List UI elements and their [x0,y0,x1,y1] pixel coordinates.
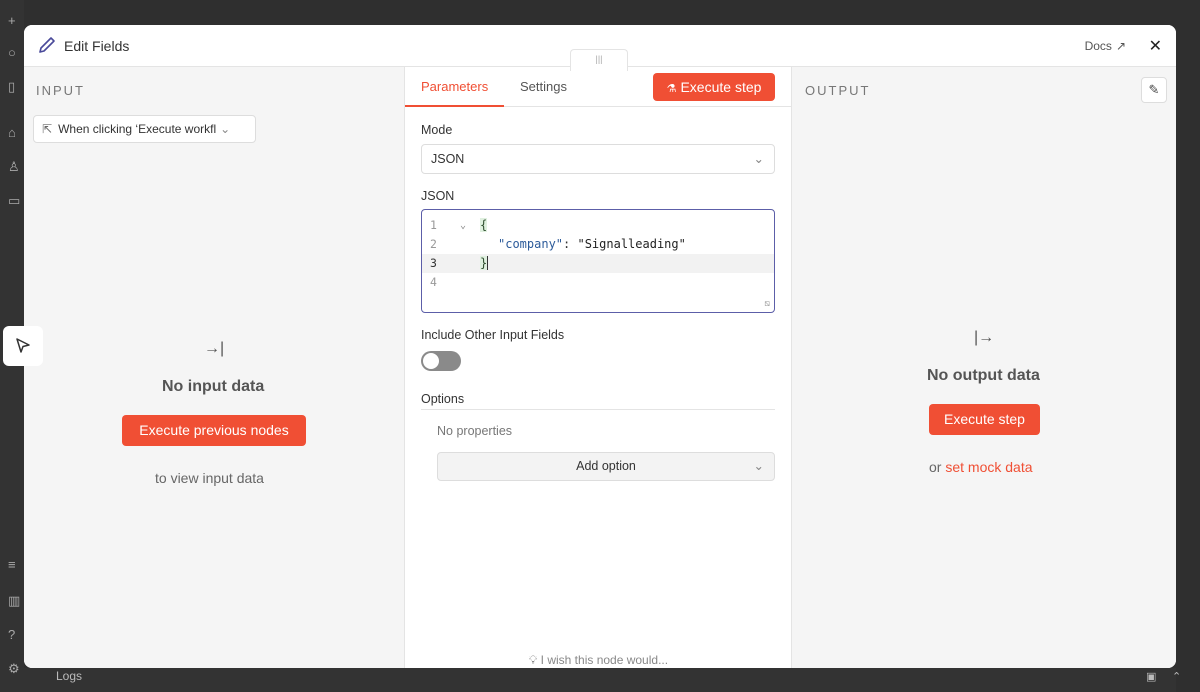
options-label: Options [421,392,465,406]
close-icon[interactable]: ✕ [1149,36,1162,56]
no-properties-text: No properties [437,424,513,438]
help-icon[interactable]: ? [8,628,15,642]
no-input-title: No input data [162,378,265,395]
add-option-button[interactable]: Add option ⌄ [437,452,775,481]
tab-settings[interactable]: Settings [520,79,567,94]
cursor-icon [16,338,30,353]
feedback-label: I wish this node would... [540,653,669,667]
home-icon[interactable]: ⌂ [8,126,16,140]
feedback-link[interactable]: 💡︎ I wish this node would... [405,653,792,668]
insights-icon[interactable]: ▥ [8,594,20,608]
mode-select[interactable]: JSON ⌄ [421,144,775,174]
mode-select-value: JSON [431,152,465,166]
no-output-title: No output data [927,367,1040,384]
select-tool-button[interactable] [3,326,43,366]
add-option-label: Add option [576,459,636,473]
modal-title: Edit Fields [64,38,130,54]
fold-chevron-icon[interactable]: ⌄ [460,216,466,235]
edit-output-button[interactable]: ✎ [1141,77,1167,103]
code-line: 2 "company": "Signalleading" [430,237,686,251]
code-line: 1 ⌄ { [422,216,774,235]
output-panel: OUTPUT ✎ |→ No output data Execute step … [792,67,1176,668]
input-node-select-value: When clicking ‘Execute workfl [58,122,217,136]
plus-icon[interactable]: + [8,14,16,28]
code-line: 3 } [422,254,774,273]
tab-parameters[interactable]: Parameters [421,79,488,94]
logs-bar[interactable] [24,668,1176,692]
user-icon[interactable]: ♙ [8,160,20,174]
output-execute-step-button[interactable]: Execute step [929,404,1040,435]
settings-icon[interactable]: ⚙ [8,662,20,676]
json-label: JSON [421,189,455,203]
lightbulb-icon: 💡︎ [528,653,538,667]
parameters-panel: Parameters Settings ⚗ Execute step Mode J… [405,67,792,668]
pencil-icon: ✎ [1148,82,1160,97]
code-line: 4 [430,275,437,289]
chevron-down-icon: ⌄ [220,122,231,136]
execute-previous-nodes-button[interactable]: Execute previous nodes [122,415,306,446]
pencil-icon [39,37,55,53]
arrow-to-right-icon: →| [204,340,225,357]
mock-data-hint: or set mock data [929,459,1033,475]
output-panel-label: OUTPUT [805,83,871,98]
flask-icon: ⚗ [666,83,677,95]
resize-handle-icon[interactable]: ⧅ [764,299,770,309]
chevron-up-icon[interactable]: ⌃ [1172,670,1181,683]
execute-step-label: Execute step [680,79,762,95]
cursor-icon: ⇱ [42,122,53,136]
json-editor[interactable]: 1 ⌄ { 2 "company": "Signalleading" 3 } 4… [421,209,775,313]
include-fields-toggle[interactable] [421,351,461,371]
panel-tabs: Parameters Settings ⚗ Execute step [405,67,792,107]
docs-link[interactable]: Docs ↗ [1085,39,1126,53]
chevron-down-icon: ⌄ [753,152,764,166]
arrow-from-bar-icon: |→ [974,329,995,346]
chevron-down-icon: ⌄ [753,459,764,473]
divider [421,409,775,410]
input-hint: to view input data [155,470,264,486]
active-tab-indicator [405,105,504,107]
edit-fields-modal: Edit Fields Docs ↗ ✕ ||| INPUT ⇱ When cl… [24,25,1176,668]
set-mock-data-link[interactable]: set mock data [945,459,1032,475]
toggle-knob [423,353,439,369]
panel-icon[interactable]: ▯ [8,80,15,94]
docs-label[interactable]: Docs [1085,39,1112,53]
mode-label: Mode [421,123,453,137]
input-panel-label: INPUT [36,83,85,98]
execute-step-button[interactable]: ⚗ Execute step [653,73,775,101]
include-fields-label: Include Other Input Fields [421,328,565,342]
logs-label[interactable]: Logs [56,669,82,683]
external-link-icon: ↗ [1115,39,1126,53]
logs-panel-icon[interactable]: ▣ [1146,670,1156,683]
chat-icon[interactable]: ▭ [8,194,20,208]
input-node-select[interactable]: ⇱ When clicking ‘Execute workfl ⌄ [33,115,256,143]
search-icon[interactable]: ○ [8,46,16,60]
templates-icon[interactable]: ≡ [8,558,16,572]
input-panel: INPUT ⇱ When clicking ‘Execute workfl ⌄ … [24,67,405,668]
panel-drag-handle[interactable]: ||| [570,49,628,71]
